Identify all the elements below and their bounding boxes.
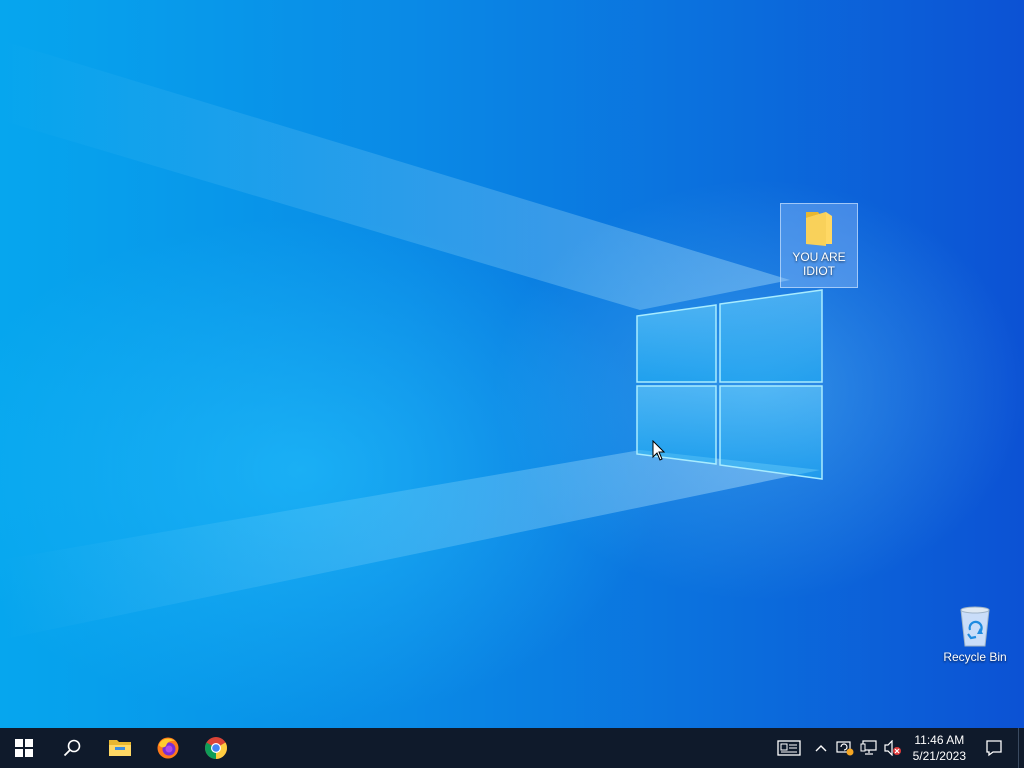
desktop-recycle-bin[interactable]: Recycle Bin — [937, 600, 1013, 670]
desktop[interactable]: YOU ARE IDIOT Recycle Bin — [0, 0, 1024, 728]
clock-time: 11:46 AM — [914, 733, 965, 747]
desktop-icon-label: Recycle Bin — [943, 650, 1007, 664]
show-hidden-icons-button[interactable] — [809, 728, 833, 768]
search-button[interactable] — [48, 728, 96, 768]
network-button[interactable] — [857, 728, 881, 768]
taskbar: 11:46 AM 5/21/2023 — [0, 728, 1024, 768]
search-icon — [63, 739, 81, 757]
action-center-button[interactable] — [974, 728, 1014, 768]
mouse-cursor-icon — [652, 440, 666, 461]
wallpaper-light-beams — [0, 40, 820, 640]
firefox-icon — [157, 737, 179, 759]
folder-icon — [806, 212, 832, 246]
news-icon — [776, 740, 801, 756]
volume-button[interactable] — [881, 728, 905, 768]
chrome-icon — [205, 737, 227, 759]
start-button[interactable] — [0, 728, 48, 768]
recycle-bin-icon — [960, 606, 990, 647]
update-tray-button[interactable] — [833, 728, 857, 768]
file-explorer-icon — [109, 740, 131, 756]
start-icon — [15, 739, 33, 757]
network-icon — [860, 740, 877, 755]
desktop-icon-label: YOU ARE IDIOT — [792, 250, 846, 278]
notification-icon — [986, 740, 1002, 757]
clock-date: 5/21/2023 — [912, 749, 966, 763]
news-button[interactable] — [769, 728, 809, 768]
taskbar-file-explorer[interactable] — [96, 728, 144, 768]
volume-muted-icon — [884, 740, 901, 756]
system-tray: 11:46 AM 5/21/2023 — [769, 728, 1024, 768]
update-icon — [836, 741, 854, 756]
show-desktop-button[interactable] — [1018, 728, 1024, 768]
clock[interactable]: 11:46 AM 5/21/2023 — [905, 728, 974, 768]
chevron-up-icon — [815, 745, 827, 752]
taskbar-chrome[interactable] — [192, 728, 240, 768]
desktop-folder-you-are-idiot[interactable]: YOU ARE IDIOT — [780, 203, 858, 288]
taskbar-firefox[interactable] — [144, 728, 192, 768]
